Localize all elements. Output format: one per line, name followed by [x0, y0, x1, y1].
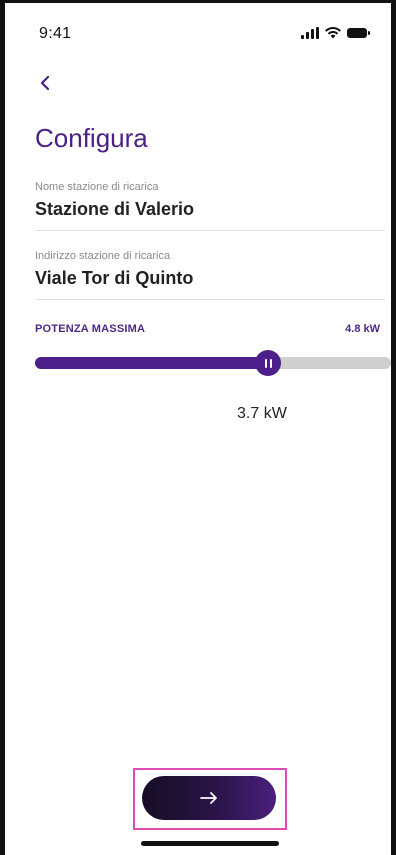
status-time: 9:41 [39, 25, 72, 42]
wifi-icon [325, 27, 341, 39]
arrow-right-icon [200, 792, 217, 804]
signal-icon [301, 27, 319, 39]
phone-frame: 9:41 Configura Nome stazione di ricarica… [0, 0, 396, 855]
station-address-value[interactable]: Viale Tor di Quinto [35, 268, 385, 289]
max-power-value: 4.8 kW [345, 323, 380, 335]
max-power-label: POTENZA MASSIMA [35, 323, 146, 335]
home-indicator [141, 841, 279, 846]
field-divider [35, 299, 385, 300]
battery-icon [347, 28, 370, 38]
chevron-left-icon [40, 75, 50, 91]
status-icons [301, 27, 370, 39]
thumb-grip-icon [264, 358, 267, 368]
field-divider [35, 230, 385, 231]
station-name-field[interactable]: Nome stazione di ricarica Stazione di Va… [35, 181, 385, 231]
power-slider-thumb[interactable] [255, 350, 282, 376]
station-name-value[interactable]: Stazione di Valerio [35, 199, 385, 220]
thumb-grip-icon [269, 358, 272, 368]
station-address-label: Indirizzo stazione di ricarica [35, 250, 171, 262]
power-slider-fill [35, 357, 269, 369]
station-name-label: Nome stazione di ricarica [35, 181, 159, 193]
page-title: Configura [35, 123, 148, 153]
back-button[interactable] [33, 71, 57, 95]
power-selected-value: 3.7 kW [237, 405, 287, 422]
power-slider[interactable] [35, 350, 391, 376]
next-button[interactable] [142, 776, 276, 820]
station-address-field[interactable]: Indirizzo stazione di ricarica Viale Tor… [35, 250, 385, 300]
